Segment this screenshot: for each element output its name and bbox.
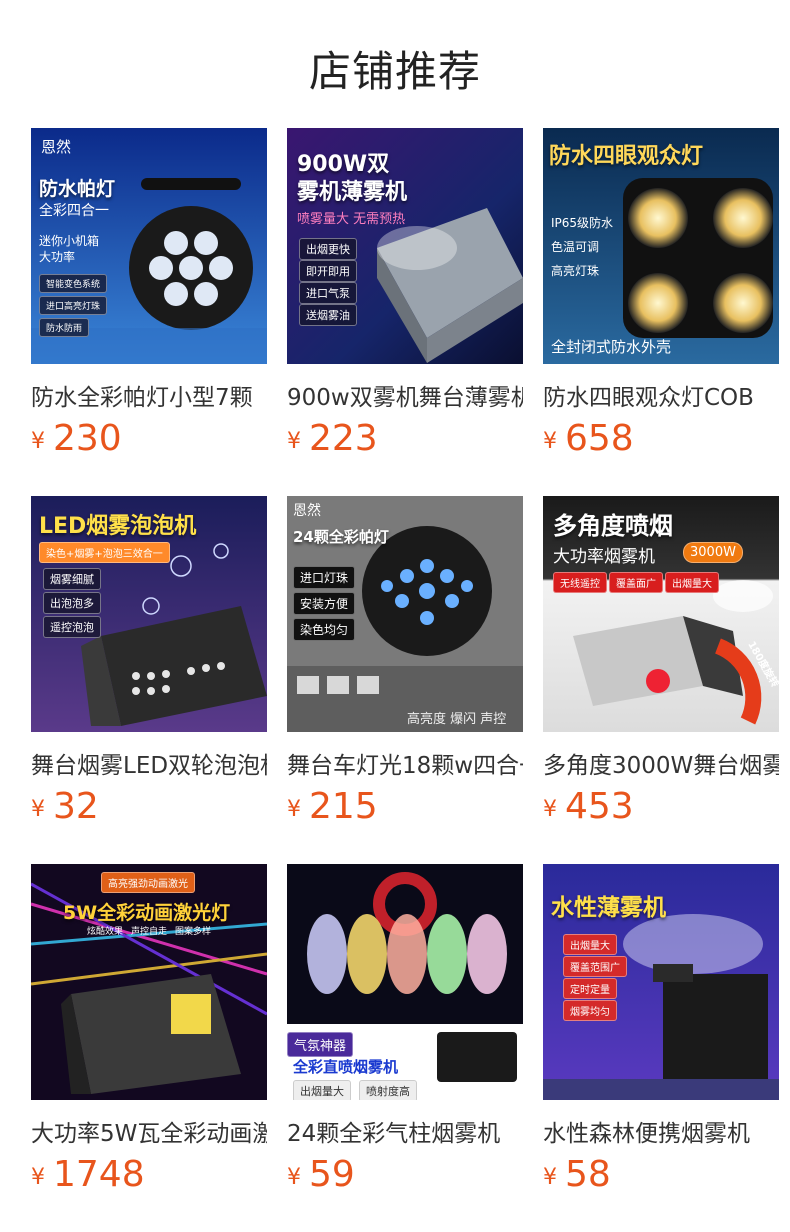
product-price: ¥32 [31,786,99,827]
product-image[interactable]: 多角度喷烟 大功率烟雾机 3000W 无线遥控 覆盖面广 出烟量大 180度旋转 [543,496,779,732]
price-value: 58 [565,1154,611,1195]
product-name[interactable]: 24颗全彩气柱烟雾机 [287,1114,523,1148]
price-value: 32 [53,786,99,827]
product-image[interactable]: LED烟雾泡泡机 染色+烟雾+泡泡三效合一 烟雾细腻 出泡泡多 遥控泡泡 [31,496,267,732]
currency-symbol: ¥ [287,1165,301,1190]
product-price: ¥230 [31,418,122,459]
product-price: ¥58 [543,1154,611,1195]
product-name[interactable]: 防水四眼观众灯COB [543,378,779,412]
product-price: ¥658 [543,418,634,459]
product-card[interactable]: 多角度喷烟 大功率烟雾机 3000W 无线遥控 覆盖面广 出烟量大 180度旋转… [543,496,779,836]
product-card[interactable]: 900W双 雾机薄雾机 喷雾量大 无需预热 出烟更快 即开即用 进口气泵 送烟雾… [287,128,523,468]
product-name[interactable]: 大功率5W瓦全彩动画激光灯 [31,1114,267,1148]
price-value: 223 [309,418,378,459]
price-value: 1748 [53,1154,145,1195]
product-name[interactable]: 舞台烟雾LED双轮泡泡机 [31,746,267,780]
product-price: ¥215 [287,786,378,827]
price-value: 215 [309,786,378,827]
currency-symbol: ¥ [31,797,45,822]
product-card[interactable]: 高亮强劲动画激光 5W全彩动画激光灯 炫酷效果 声控自走 图案多样 大功率5W瓦… [31,864,267,1204]
product-card[interactable]: 水性薄雾机 出烟量大 覆盖范围广 定时定量 烟雾均匀 水性森林便携烟雾机 ¥58 [543,864,779,1204]
product-name[interactable]: 舞台车灯光18颗w四合一 [287,746,523,780]
product-price: ¥223 [287,418,378,459]
product-image[interactable]: 900W双 雾机薄雾机 喷雾量大 无需预热 出烟更快 即开即用 进口气泵 送烟雾… [287,128,523,364]
currency-symbol: ¥ [543,1165,557,1190]
page-title: 店铺推荐 [308,47,481,96]
product-price: ¥59 [287,1154,355,1195]
currency-symbol: ¥ [543,429,557,454]
product-card[interactable]: 恩然 防水帕灯 全彩四合一 迷你小机箱 大功率 智能变色系统 进口高亮灯珠 防水… [31,128,267,468]
product-image[interactable]: 气氛神器 全彩直喷烟雾机 出烟量大 喷射度高 [287,864,523,1100]
product-card[interactable]: 气氛神器 全彩直喷烟雾机 出烟量大 喷射度高 24颗全彩气柱烟雾机 ¥59 [287,864,523,1204]
product-card[interactable]: 防水四眼观众灯 IP65级防水 色温可调 高亮灯珠 全封闭式防水外壳 防水四眼观… [543,128,779,468]
currency-symbol: ¥ [287,429,301,454]
product-price: ¥1748 [31,1154,145,1195]
product-card[interactable]: 恩然 24颗全彩帕灯 进口灯珠 安装方便 染色均匀 高亮度 爆闪 声控 舞台车灯… [287,496,523,836]
product-name[interactable]: 多角度3000W舞台烟雾机 [543,746,779,780]
price-value: 59 [309,1154,355,1195]
currency-symbol: ¥ [287,797,301,822]
product-image[interactable]: 高亮强劲动画激光 5W全彩动画激光灯 炫酷效果 声控自走 图案多样 [31,864,267,1100]
price-value: 658 [565,418,634,459]
product-card[interactable]: LED烟雾泡泡机 染色+烟雾+泡泡三效合一 烟雾细腻 出泡泡多 遥控泡泡 舞台烟… [31,496,267,836]
product-name[interactable]: 水性森林便携烟雾机 [543,1114,779,1148]
currency-symbol: ¥ [543,797,557,822]
price-value: 453 [565,786,634,827]
price-value: 230 [53,418,122,459]
currency-symbol: ¥ [31,1165,45,1190]
product-name[interactable]: 900w双雾机舞台薄雾机 [287,378,523,412]
currency-symbol: ¥ [31,429,45,454]
product-image[interactable]: 恩然 防水帕灯 全彩四合一 迷你小机箱 大功率 智能变色系统 进口高亮灯珠 防水… [31,128,267,364]
product-image[interactable]: 恩然 24颗全彩帕灯 进口灯珠 安装方便 染色均匀 高亮度 爆闪 声控 [287,496,523,732]
product-image[interactable]: 水性薄雾机 出烟量大 覆盖范围广 定时定量 烟雾均匀 [543,864,779,1100]
product-name[interactable]: 防水全彩帕灯小型7颗 [31,378,267,412]
product-image[interactable]: 防水四眼观众灯 IP65级防水 色温可调 高亮灯珠 全封闭式防水外壳 [543,128,779,364]
product-price: ¥453 [543,786,634,827]
